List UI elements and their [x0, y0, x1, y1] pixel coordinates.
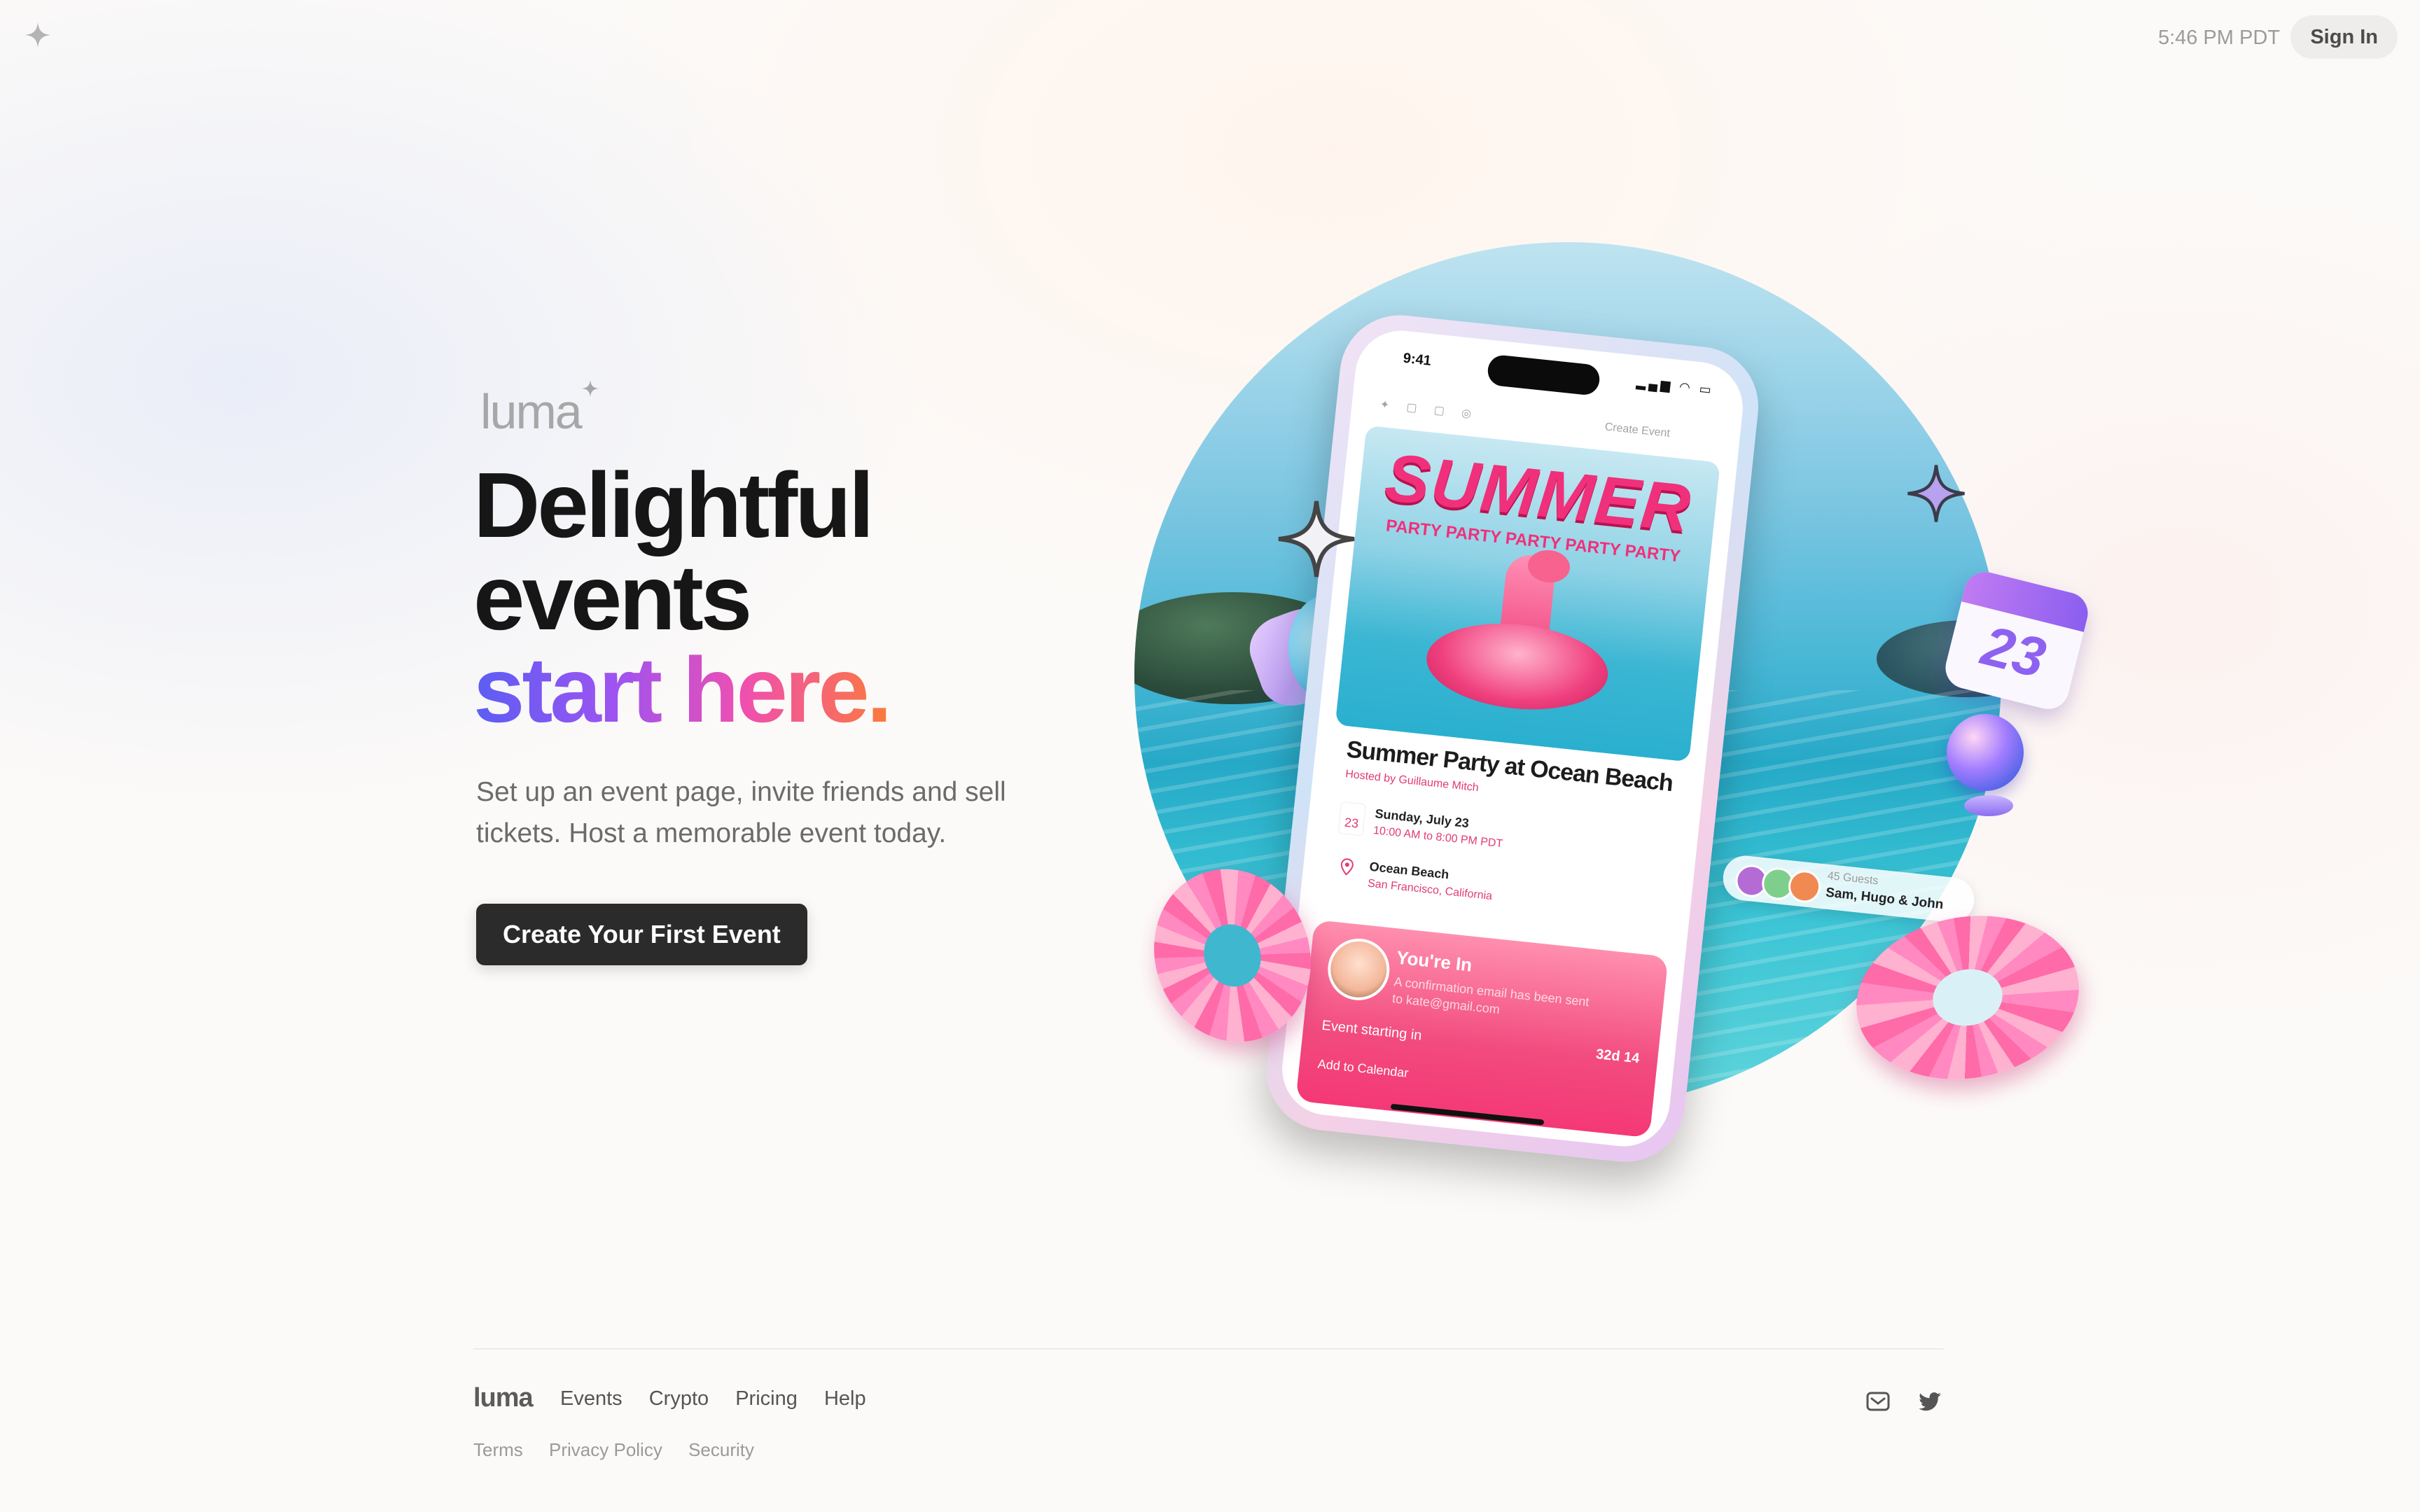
attendee-avatar — [1324, 935, 1393, 1004]
event-location-detail: San Francisco, California — [1367, 877, 1493, 903]
event-details-card: Summer Party at Ocean Beach Hosted by Gu… — [1314, 724, 1689, 957]
email-icon[interactable] — [1864, 1387, 1892, 1415]
footer-logo[interactable]: luma — [473, 1383, 534, 1413]
sparkle-sticker-icon — [1278, 500, 1355, 578]
hero-subtitle: Set up an event page, invite friends and… — [476, 777, 1006, 848]
pool-float-hole — [1928, 963, 2008, 1032]
footer-link-security[interactable]: Security — [688, 1439, 754, 1460]
guests-names: Sam, Hugo & John — [1825, 885, 1945, 913]
sign-in-button[interactable]: Sign In — [2290, 15, 2398, 59]
footer-divider — [473, 1348, 1944, 1350]
phone-mockup: 9:41 ▂▄▆ ◠ ▭ ✦ ▢ ▢ ◎ Create Event SUMMER… — [1260, 309, 1765, 1168]
footer-link-privacy[interactable]: Privacy Policy — [549, 1439, 662, 1460]
location-pin-icon — [1340, 858, 1354, 876]
footer-social — [1843, 1387, 1944, 1415]
countdown-value: 32d 14 — [1595, 1046, 1641, 1067]
event-poster: SUMMER PARTY PARTY PARTY PARTY PARTY — [1335, 425, 1720, 762]
rsvp-title: You're In — [1395, 946, 1473, 976]
twitter-icon[interactable] — [1916, 1387, 1944, 1415]
calendar-icon: 23 — [1337, 801, 1367, 836]
add-to-calendar-link: Add to Calendar — [1316, 1056, 1410, 1081]
sparkle-sticker-small-icon — [1907, 465, 1965, 522]
rsvp-message: A confirmation email has been sent to ka… — [1391, 974, 1590, 1017]
current-time: 5:46 PM PDT — [2157, 27, 2280, 49]
footer-link-crypto[interactable]: Crypto — [649, 1387, 709, 1410]
headline-line-2: events — [473, 546, 752, 649]
phone-screen: 9:41 ▂▄▆ ◠ ▭ ✦ ▢ ▢ ◎ Create Event SUMMER… — [1277, 326, 1748, 1151]
guests-count: 45 Guests — [1826, 869, 1879, 888]
headline-line-3: start here. — [473, 638, 892, 741]
footer-link-terms[interactable]: Terms — [473, 1439, 523, 1460]
phone-create-event-link: Create Event — [1604, 421, 1671, 440]
pool-float-hole — [1195, 916, 1270, 995]
hero-illustration: 9:41 ▂▄▆ ◠ ▭ ✦ ▢ ▢ ◎ Create Event SUMMER… — [1120, 231, 2092, 1169]
footer-link-help[interactable]: Help — [824, 1387, 866, 1410]
countdown-label: Event starting in — [1321, 1017, 1423, 1044]
hero-headline: Delightful events start here. — [473, 454, 892, 741]
brand-wordmark: luma — [480, 384, 583, 439]
rsvp-card: You're In A confirmation email has been … — [1295, 919, 1669, 1138]
app-nav-icons: ✦ ▢ ▢ ◎ — [1379, 398, 1479, 421]
globe-sticker — [1947, 714, 2024, 791]
brand-sparkle-icon — [581, 380, 599, 397]
event-time: 10:00 AM to 8:00 PM PDT — [1372, 824, 1503, 850]
headline-line-1: Delightful — [473, 454, 875, 556]
footer-link-pricing[interactable]: Pricing — [735, 1387, 798, 1410]
signal-wifi-battery-icon: ▂▄▆ ◠ ▭ — [1636, 374, 1715, 398]
dynamic-island — [1486, 354, 1601, 397]
brand-logo: luma — [480, 380, 599, 440]
create-first-event-button[interactable]: Create Your First Event — [476, 904, 807, 965]
footer-link-events[interactable]: Events — [560, 1387, 623, 1410]
flamingo-float — [1422, 615, 1613, 718]
guest-avatar — [1786, 869, 1823, 904]
globe-stand — [1964, 795, 2013, 816]
footer-nav: Events Crypto Pricing Help — [560, 1387, 887, 1410]
phone-status-time: 9:41 — [1402, 350, 1432, 369]
luma-sparkle-icon[interactable] — [24, 21, 52, 49]
footer-legal: Terms Privacy Policy Security — [473, 1439, 775, 1461]
calendar-day: 23 — [1344, 815, 1360, 831]
